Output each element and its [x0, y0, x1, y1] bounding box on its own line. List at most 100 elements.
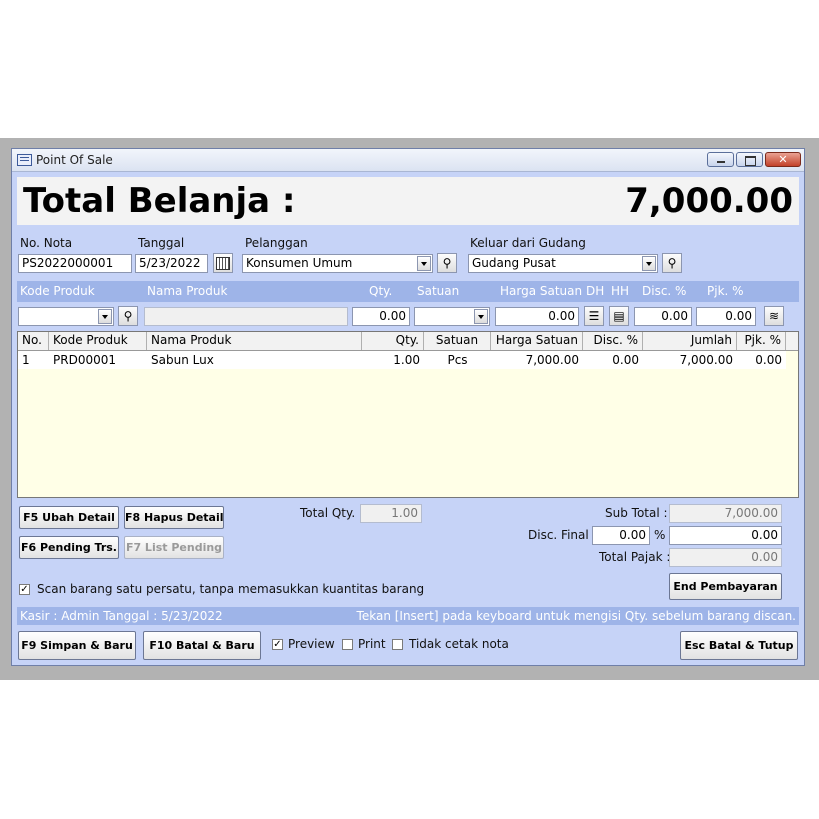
col-no[interactable]: No.	[18, 332, 49, 350]
tanggal-field[interactable]: 5/23/2022	[135, 254, 208, 273]
pos-window: Point Of Sale ✕ Total Belanja : 7,000.00…	[11, 148, 805, 666]
nama-produk-field	[144, 307, 348, 326]
tidak-cetak-checkbox[interactable]	[392, 639, 403, 650]
dh-button[interactable]: ☰	[584, 306, 604, 326]
no-nota-field[interactable]: PS2022000001	[18, 254, 132, 273]
col-kode[interactable]: Kode Produk	[49, 332, 147, 350]
col-pjk[interactable]: Pjk. %	[737, 332, 786, 350]
status-left: Kasir : Admin Tanggal : 5/23/2022	[20, 609, 223, 623]
maximize-button[interactable]	[736, 152, 763, 167]
chevron-down-icon[interactable]	[474, 309, 488, 324]
status-bar: Kasir : Admin Tanggal : 5/23/2022 Tekan …	[17, 607, 799, 625]
print-checkbox[interactable]	[342, 639, 353, 650]
hdr-harga: Harga Satuan	[500, 284, 583, 298]
pelanggan-value: Konsumen Umum	[246, 256, 353, 270]
disc-final-pct-field[interactable]: 0.00	[592, 526, 650, 545]
calendar-icon	[216, 257, 230, 270]
search-produk-button[interactable]: ⚲	[118, 306, 138, 326]
hdr-satuan: Satuan	[417, 284, 460, 298]
list-pending-button[interactable]: F7 List Pending	[124, 536, 224, 559]
close-button[interactable]: ✕	[765, 152, 801, 167]
chevron-down-icon[interactable]	[98, 309, 112, 324]
no-nota-label: No. Nota	[20, 236, 73, 250]
gudang-value: Gudang Pusat	[472, 256, 556, 270]
scan-checkbox[interactable]: ✓	[19, 584, 30, 595]
qty-field[interactable]: 0.00	[352, 307, 410, 326]
row-pjk: 0.00	[755, 353, 782, 367]
tidak-cetak-label: Tidak cetak nota	[409, 637, 509, 651]
col-jumlah[interactable]: Jumlah	[643, 332, 737, 350]
row-qty: 1.00	[393, 353, 420, 367]
sub-total-label: Sub Total :	[605, 506, 668, 520]
detail-grid[interactable]: No. Kode Produk Nama Produk Qty. Satuan …	[17, 331, 799, 498]
disc-final-field[interactable]: 0.00	[669, 526, 782, 545]
hapus-detail-button[interactable]: F8 Hapus Detail	[124, 506, 224, 529]
col-harga[interactable]: Harga Satuan	[491, 332, 583, 350]
row-kode: PRD00001	[53, 353, 116, 367]
batal-tutup-button[interactable]: Esc Batal & Tutup	[680, 631, 798, 660]
hdr-pjk: Pjk. %	[707, 284, 744, 298]
list-icon: ☰	[588, 309, 600, 323]
row-jumlah: 7,000.00	[679, 353, 733, 367]
row-harga: 7,000.00	[525, 353, 579, 367]
print-label: Print	[358, 637, 386, 651]
book-icon: ▤	[613, 309, 625, 323]
end-pembayaran-button[interactable]: End Pembayaran	[669, 573, 782, 600]
binoculars-icon: ⚲	[442, 256, 452, 270]
harga-satuan-field[interactable]: 0.00	[495, 307, 579, 326]
total-qty-field: 1.00	[360, 504, 422, 523]
simpan-baru-button[interactable]: F9 Simpan & Baru	[18, 631, 136, 660]
entry-header: Kode Produk Nama Produk Qty. Satuan Harg…	[17, 281, 799, 302]
batal-baru-button[interactable]: F10 Batal & Baru	[143, 631, 261, 660]
kode-produk-select[interactable]	[18, 307, 114, 326]
hdr-disc: Disc. %	[642, 284, 687, 298]
search-gudang-button[interactable]: ⚲	[662, 253, 682, 273]
status-right: Tekan [Insert] pada keyboard untuk mengi…	[356, 609, 796, 623]
total-pajak-field: 0.00	[669, 548, 782, 567]
total-label: Total Belanja :	[23, 181, 296, 221]
col-qty[interactable]: Qty.	[362, 332, 424, 350]
binoculars-icon: ⚲	[667, 256, 677, 270]
close-icon: ✕	[778, 153, 788, 166]
minimize-button[interactable]	[707, 152, 734, 167]
chevron-down-icon[interactable]	[417, 256, 431, 271]
percent-sign: %	[654, 528, 666, 542]
stack-icon: ≋	[768, 309, 780, 323]
chevron-down-icon[interactable]	[642, 256, 656, 271]
scan-label: Scan barang satu persatu, tanpa memasukk…	[37, 582, 425, 596]
row-nama: Sabun Lux	[151, 353, 214, 367]
pelanggan-select[interactable]: Konsumen Umum	[242, 254, 433, 273]
total-pajak-label: Total Pajak :	[599, 550, 671, 564]
table-row[interactable]: 1 PRD00001 Sabun Lux 1.00 Pcs 7,000.00 0…	[18, 351, 786, 369]
hdr-hh: HH	[611, 284, 630, 298]
window-title: Point Of Sale	[36, 153, 113, 167]
row-no: 1	[22, 353, 30, 367]
minimize-icon	[717, 161, 725, 163]
hdr-qty: Qty.	[369, 284, 393, 298]
preview-label: Preview	[288, 637, 335, 651]
col-satuan[interactable]: Satuan	[424, 332, 491, 350]
col-disc[interactable]: Disc. %	[583, 332, 643, 350]
preview-checkbox[interactable]: ✓	[272, 639, 283, 650]
calendar-button[interactable]	[213, 253, 233, 273]
hdr-kode: Kode Produk	[20, 284, 95, 298]
ubah-detail-button[interactable]: F5 Ubah Detail	[19, 506, 119, 529]
search-pelanggan-button[interactable]: ⚲	[437, 253, 457, 273]
hdr-nama: Nama Produk	[147, 284, 228, 298]
total-qty-label: Total Qty.	[300, 506, 356, 520]
hh-button[interactable]: ▤	[609, 306, 629, 326]
pjk-field[interactable]: 0.00	[696, 307, 756, 326]
sub-total-field: 7,000.00	[669, 504, 782, 523]
pending-trs-button[interactable]: F6 Pending Trs.	[19, 536, 119, 559]
hdr-dh: DH	[586, 284, 605, 298]
add-item-button[interactable]: ≋	[764, 306, 784, 326]
pelanggan-label: Pelanggan	[245, 236, 308, 250]
gudang-select[interactable]: Gudang Pusat	[468, 254, 658, 273]
disc-field[interactable]: 0.00	[634, 307, 692, 326]
maximize-icon	[745, 156, 756, 166]
satuan-select[interactable]	[414, 307, 490, 326]
app-window-icon	[17, 154, 32, 166]
total-value: 7,000.00	[625, 181, 793, 221]
total-panel: Total Belanja : 7,000.00	[17, 177, 799, 225]
col-nama[interactable]: Nama Produk	[147, 332, 362, 350]
